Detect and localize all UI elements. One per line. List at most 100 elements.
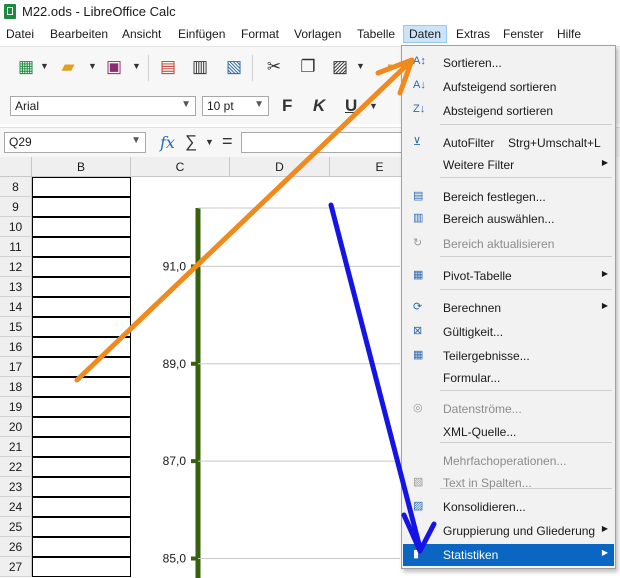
row-header[interactable]: 23 — [0, 477, 32, 497]
row-header[interactable]: 8 — [0, 177, 32, 197]
cell[interactable] — [32, 537, 131, 557]
row-header[interactable]: 21 — [0, 437, 32, 457]
font-size-combo[interactable]: 10 pt ▼ — [202, 96, 269, 116]
menu-item-teilergebnisse[interactable]: ▦ Teilergebnisse... — [403, 345, 614, 367]
row-header[interactable]: 13 — [0, 277, 32, 297]
menu-hilfe[interactable]: Hilfe — [557, 27, 581, 41]
menu-einfuegen[interactable]: Einfügen — [178, 27, 225, 41]
chevron-down-icon[interactable]: ▼ — [131, 135, 141, 146]
row-header[interactable]: 11 — [0, 237, 32, 257]
cell[interactable] — [32, 257, 131, 277]
cut-icon[interactable]: ✂ — [264, 57, 284, 77]
menu-item-konsolidieren[interactable]: ▨ Konsolidieren... — [403, 496, 614, 518]
menu-item-aufsteigend-sortieren[interactable]: A↓ Aufsteigend sortieren — [403, 76, 614, 98]
chevron-down-icon[interactable]: ▼ — [181, 99, 191, 110]
row-header[interactable]: 10 — [0, 217, 32, 237]
column-header-c[interactable]: C — [131, 157, 230, 177]
cell[interactable] — [32, 357, 131, 377]
paste-dropdown-icon[interactable]: ▼ — [356, 61, 365, 71]
column-header-b[interactable]: B — [32, 157, 131, 177]
cell[interactable] — [32, 297, 131, 317]
underline-button[interactable]: U — [345, 96, 357, 116]
menu-item-autofilter[interactable]: ⊻ AutoFilter Strg+Umschalt+L — [403, 132, 614, 154]
cell[interactable] — [32, 557, 131, 577]
sum-dropdown-icon[interactable]: ▼ — [205, 137, 214, 147]
row-header[interactable]: 16 — [0, 337, 32, 357]
menu-item-pivot-tabelle[interactable]: ▦ Pivot-Tabelle ▶ — [403, 265, 614, 287]
cell[interactable] — [32, 437, 131, 457]
underline-dropdown-icon[interactable]: ▼ — [369, 101, 378, 111]
row-header[interactable]: 15 — [0, 317, 32, 337]
menu-item-bereich-auswählen[interactable]: ▥ Bereich auswählen... — [403, 208, 614, 230]
chevron-down-icon[interactable]: ▼ — [254, 99, 264, 110]
formula-input[interactable] — [241, 132, 406, 153]
menu-bearbeiten[interactable]: Bearbeiten — [50, 27, 108, 41]
row-header[interactable]: 20 — [0, 417, 32, 437]
row-header[interactable]: 22 — [0, 457, 32, 477]
export-pdf-icon[interactable]: ▤ — [158, 57, 178, 77]
cell[interactable] — [32, 477, 131, 497]
cell[interactable] — [32, 457, 131, 477]
font-name-combo[interactable]: Arial ▼ — [10, 96, 196, 116]
name-box[interactable]: Q29 ▼ — [4, 132, 146, 153]
menu-item-berechnen[interactable]: ⟳ Berechnen ▶ — [403, 297, 614, 319]
sum-icon[interactable]: ∑ — [185, 132, 197, 152]
cell[interactable] — [32, 377, 131, 397]
row-header[interactable]: 9 — [0, 197, 32, 217]
cell[interactable] — [32, 177, 131, 197]
menu-item-formular[interactable]: Formular... — [403, 367, 614, 389]
save-dropdown-icon[interactable]: ▼ — [132, 61, 141, 71]
menu-item-sortieren[interactable]: A↕ Sortieren... — [403, 52, 614, 74]
row-header[interactable]: 24 — [0, 497, 32, 517]
row-header[interactable]: 14 — [0, 297, 32, 317]
cell[interactable] — [32, 397, 131, 417]
menu-item-gültigkeit[interactable]: ⊠ Gültigkeit... — [403, 321, 614, 343]
function-wizard-icon[interactable]: fx — [160, 133, 175, 152]
paste-icon[interactable]: ▨ — [330, 57, 350, 77]
menu-daten[interactable]: Daten — [403, 25, 448, 43]
cell[interactable] — [32, 337, 131, 357]
menu-ansicht[interactable]: Ansicht — [122, 27, 161, 41]
cell[interactable] — [32, 497, 131, 517]
menu-item-statistiken[interactable]: ▮ Statistiken ▶ — [403, 544, 614, 566]
copy-icon[interactable]: ❐ — [298, 57, 318, 77]
menu-tabelle[interactable]: Tabelle — [357, 27, 395, 41]
select-all-corner[interactable] — [0, 157, 32, 177]
open-dropdown-icon[interactable]: ▼ — [88, 61, 97, 71]
menu-item-bereich-festlegen[interactable]: ▤ Bereich festlegen... — [403, 186, 614, 208]
cell[interactable] — [32, 317, 131, 337]
cell[interactable] — [32, 197, 131, 217]
new-spreadsheet-icon[interactable]: ▦ — [16, 57, 36, 77]
row-header[interactable]: 12 — [0, 257, 32, 277]
column-header-d[interactable]: D — [230, 157, 330, 177]
menu-fenster[interactable]: Fenster — [503, 27, 544, 41]
menu-item-xml-quelle[interactable]: XML-Quelle... — [403, 421, 614, 443]
menu-item-gruppierung-und-gliederung[interactable]: Gruppierung und Gliederung ▶ — [403, 520, 614, 542]
cell[interactable] — [32, 237, 131, 257]
new-dropdown-icon[interactable]: ▼ — [40, 61, 49, 71]
cell[interactable] — [32, 217, 131, 237]
menu-vorlagen[interactable]: Vorlagen — [294, 27, 341, 41]
menu-datei[interactable]: Datei — [6, 27, 34, 41]
row-header[interactable]: 26 — [0, 537, 32, 557]
open-folder-icon[interactable]: ▰ — [58, 57, 78, 77]
cell[interactable] — [32, 517, 131, 537]
cell[interactable] — [32, 417, 131, 437]
formula-equals-icon[interactable]: = — [222, 131, 233, 152]
menu-item-absteigend-sortieren[interactable]: Z↓ Absteigend sortieren — [403, 100, 614, 122]
print-icon[interactable]: ▥ — [190, 57, 210, 77]
row-header[interactable]: 25 — [0, 517, 32, 537]
cell[interactable] — [32, 277, 131, 297]
row-header[interactable]: 17 — [0, 357, 32, 377]
italic-button[interactable]: K — [313, 96, 325, 116]
save-icon[interactable]: ▣ — [104, 57, 124, 77]
bold-button[interactable]: F — [282, 96, 292, 116]
menu-extras[interactable]: Extras — [456, 27, 490, 41]
row-header[interactable]: 27 — [0, 557, 32, 577]
print-preview-icon[interactable]: ▧ — [224, 57, 244, 77]
row-header[interactable]: 19 — [0, 397, 32, 417]
row-header[interactable]: 18 — [0, 377, 32, 397]
clone-formatting-icon[interactable]: ▪ — [380, 57, 400, 77]
menu-format[interactable]: Format — [241, 27, 279, 41]
menu-item-weitere-filter[interactable]: Weitere Filter ▶ — [403, 154, 614, 176]
